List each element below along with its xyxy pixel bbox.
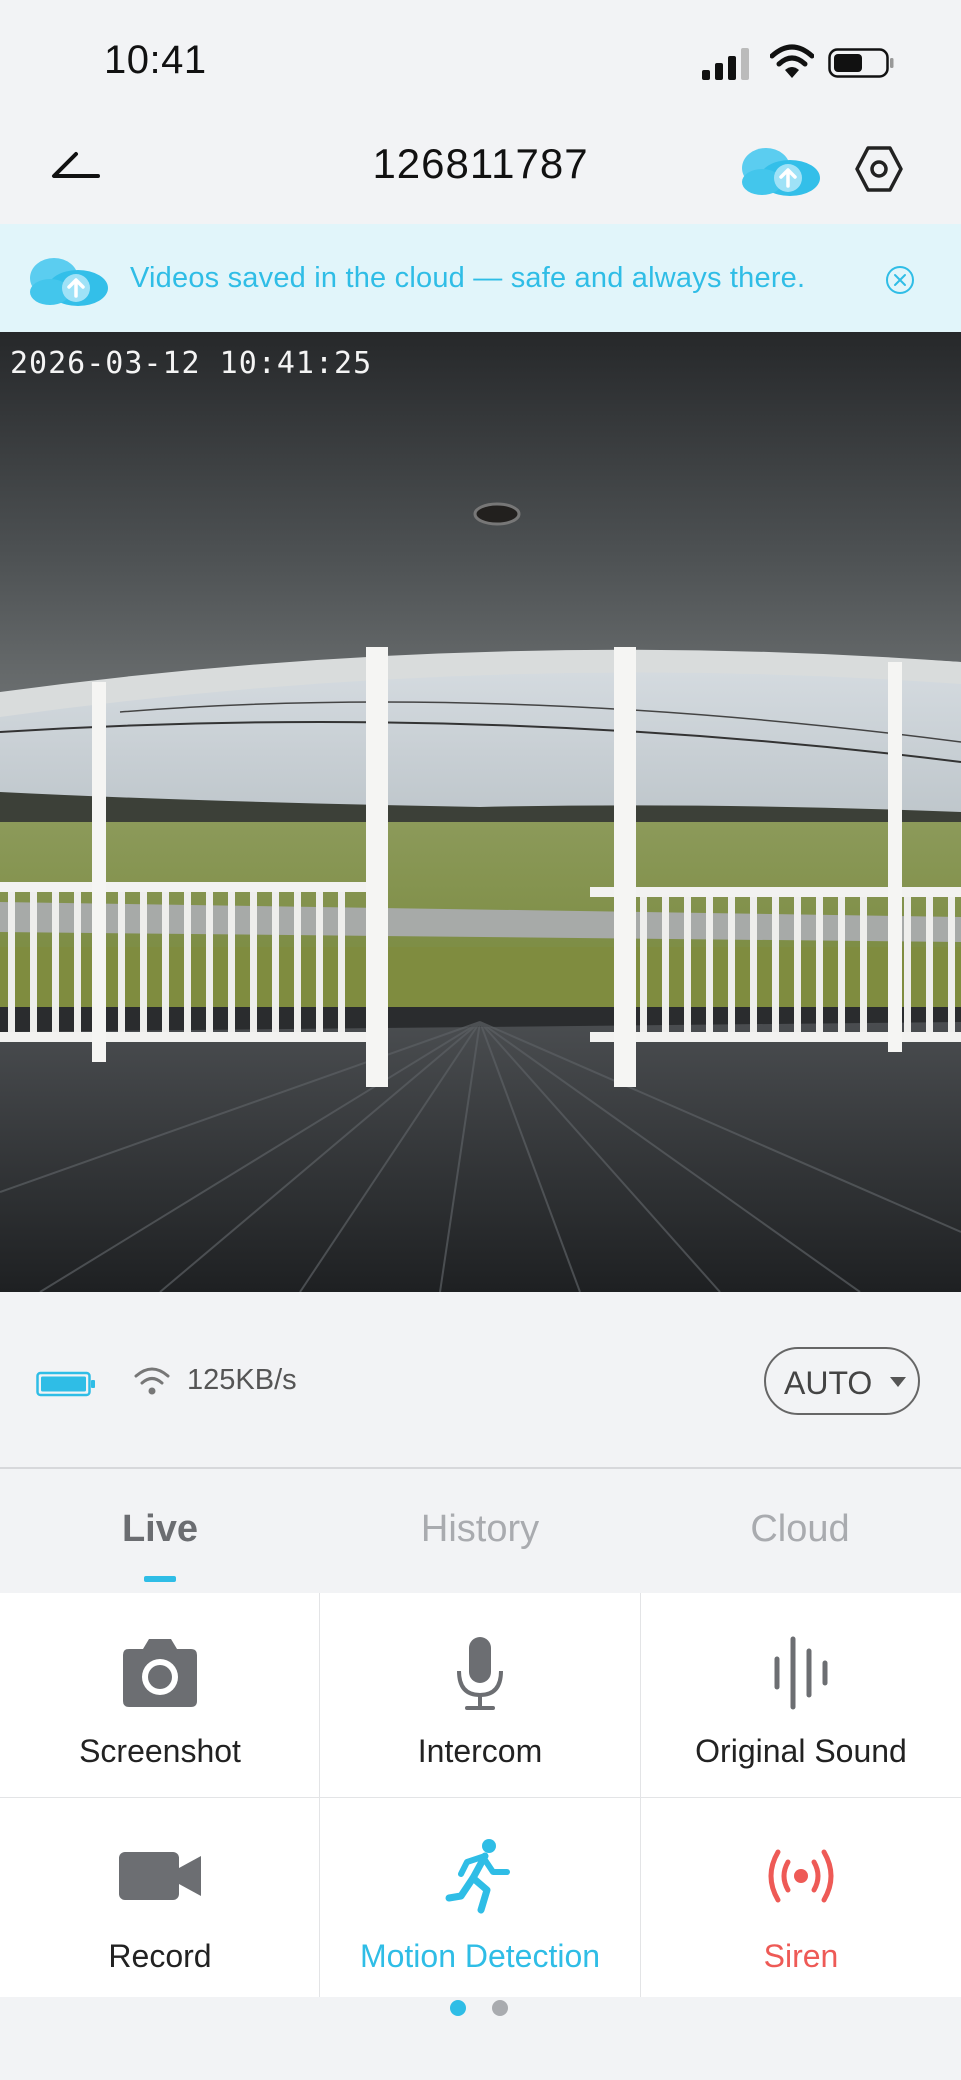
motion-detection-label: Motion Detection <box>359 1938 601 1974</box>
siren-button[interactable]: Siren <box>641 1798 961 1997</box>
video-timestamp: 2026-03-12 10:41:25 <box>10 346 373 381</box>
camera-icon <box>123 1639 197 1707</box>
record-label: Record <box>108 1938 212 1974</box>
wifi-icon <box>134 1367 170 1395</box>
device-battery-icon <box>36 1371 95 1397</box>
siren-icon <box>768 1849 834 1903</box>
video-camera-icon <box>119 1852 201 1900</box>
screenshot-button[interactable]: Screenshot <box>0 1593 320 1797</box>
tab-history[interactable]: History <box>320 1508 640 1551</box>
sound-wave-icon <box>774 1636 828 1710</box>
status-time: 10:41 <box>104 38 207 82</box>
intercom-button[interactable]: Intercom <box>320 1593 640 1797</box>
chevron-down-icon <box>890 1377 906 1387</box>
original-sound-button[interactable]: Original Sound <box>641 1593 961 1797</box>
microphone-icon <box>457 1637 503 1710</box>
cloud-upload-icon <box>30 258 108 306</box>
close-icon[interactable] <box>884 264 916 296</box>
quality-selector[interactable]: AUTO <box>764 1347 920 1415</box>
tab-indicator <box>144 1576 176 1582</box>
settings-hexagon-icon[interactable] <box>854 144 904 194</box>
screenshot-label: Screenshot <box>79 1733 241 1769</box>
tab-cloud[interactable]: Cloud <box>640 1508 960 1551</box>
page-indicator-dot[interactable] <box>492 2000 508 2016</box>
record-button[interactable]: Record <box>0 1798 320 1997</box>
battery-icon <box>828 48 894 78</box>
live-video-feed[interactable] <box>0 332 961 1292</box>
porch-scene-image <box>0 332 961 1292</box>
running-person-icon <box>445 1839 510 1914</box>
cloud-upload-icon[interactable] <box>736 140 824 198</box>
bitrate-text: 125KB/s <box>187 1364 297 1396</box>
divider <box>0 1467 961 1469</box>
intercom-label: Intercom <box>417 1733 543 1769</box>
banner-text: Videos saved in the cloud — safe and alw… <box>130 262 806 294</box>
motion-detection-button[interactable]: Motion Detection <box>320 1798 640 1997</box>
quality-label: AUTO <box>784 1365 873 1401</box>
siren-label: Siren <box>763 1938 839 1974</box>
page-indicator-dot-active[interactable] <box>450 2000 466 2016</box>
cellular-signal-icon <box>702 48 749 80</box>
tab-live[interactable]: Live <box>0 1508 320 1551</box>
wifi-icon <box>770 44 814 78</box>
original-sound-label: Original Sound <box>695 1733 907 1769</box>
